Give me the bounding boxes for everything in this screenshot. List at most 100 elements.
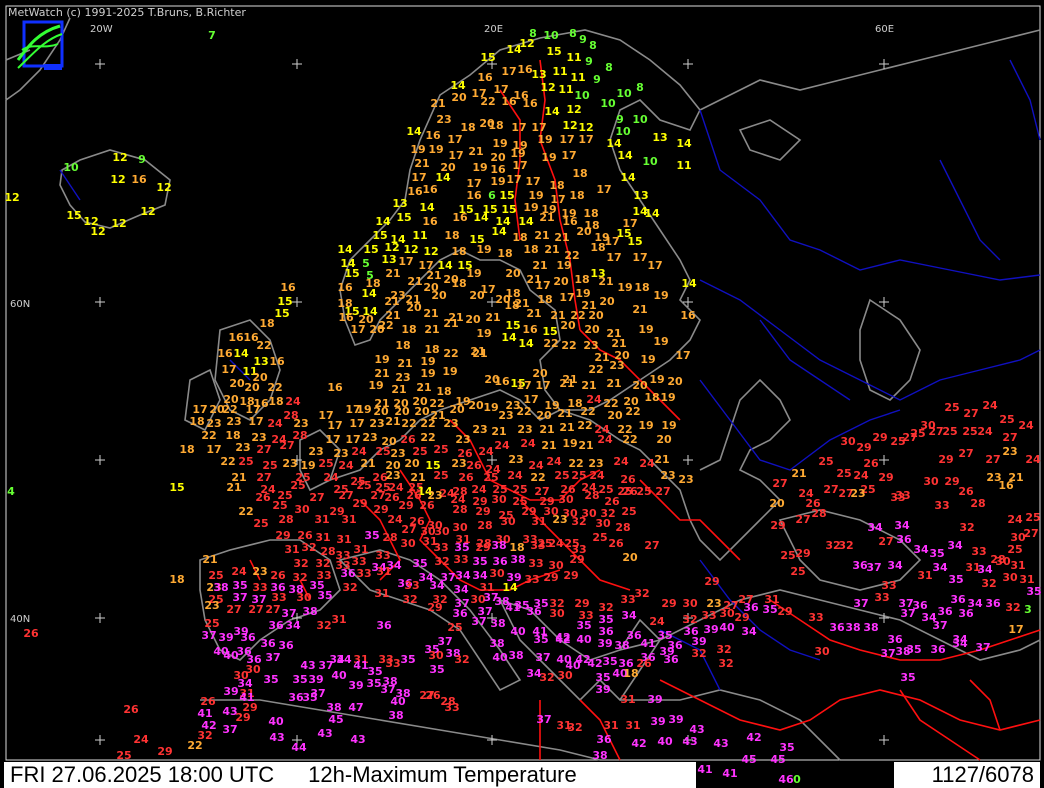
temperature-value: 17: [632, 251, 647, 264]
temperature-value: 24: [977, 425, 993, 438]
temperature-value: 15: [274, 307, 289, 320]
temperature-value: 18: [395, 339, 410, 352]
temperature-value: 36: [663, 653, 679, 666]
temperature-value: 35: [576, 619, 591, 632]
temperature-value: 35: [412, 557, 427, 570]
temperature-value: 30: [814, 645, 830, 658]
temperature-value: 23: [498, 409, 513, 422]
temperature-value: 30: [296, 591, 312, 604]
temperature-value: 21: [526, 307, 541, 320]
temperature-value: 10: [543, 29, 559, 42]
temperature-value: 27: [265, 603, 280, 616]
temperature-value: 36: [596, 733, 612, 746]
temperature-value: 21: [534, 229, 549, 242]
temperature-value: 30: [1002, 571, 1018, 584]
temperature-value: 29: [938, 453, 953, 466]
temperature-value: 24: [478, 445, 494, 458]
temperature-value: 37: [536, 713, 551, 726]
temperature-value: 19: [374, 353, 389, 366]
temperature-value: 34: [455, 569, 471, 582]
temperature-value: 24: [853, 469, 869, 482]
temperature-value: 23: [660, 469, 675, 482]
temperature-value: 10: [600, 97, 616, 110]
temperature-value: 34: [932, 561, 948, 574]
temperature-value: 20: [588, 309, 604, 322]
temperature-value: 34: [887, 559, 903, 572]
temperature-value: 20: [607, 409, 623, 422]
temperature-value: 31: [284, 543, 299, 556]
temperature-value: 24: [520, 437, 536, 450]
temperature-value: 24: [649, 615, 665, 628]
temperature-value: 25: [621, 505, 636, 518]
temperature-value: 29: [795, 547, 810, 560]
temperature-value: 19: [653, 335, 668, 348]
temperature-value: 40: [223, 649, 239, 662]
temperature-value: 38: [510, 553, 525, 566]
temperature-value: 17: [506, 173, 521, 186]
temperature-value: 43: [300, 659, 315, 672]
temperature-value: 21: [360, 457, 375, 470]
temperature-value: 24: [548, 537, 564, 550]
temperature-value: 21: [532, 259, 547, 272]
temperature-value: 22: [443, 347, 458, 360]
temperature-value: 21: [226, 481, 241, 494]
temperature-value: 39: [348, 679, 363, 692]
temperature-value: 26: [123, 703, 139, 716]
temperature-value: 8: [605, 61, 613, 74]
temperature-value: 12: [519, 37, 534, 50]
temperature-value: 23: [609, 359, 624, 372]
temperature-value: 21: [559, 377, 574, 390]
temperature-value: 18: [569, 189, 584, 202]
temperature-value: 30: [428, 649, 444, 662]
grid-label: 60E: [875, 24, 894, 35]
temperature-value: 35: [317, 589, 332, 602]
temperature-value: 20: [536, 409, 552, 422]
temperature-value: 27: [248, 603, 263, 616]
temperature-value: 17: [578, 133, 593, 146]
temperature-value: 27: [1023, 527, 1038, 540]
temperature-value: 36: [829, 621, 845, 634]
temperature-value: 36: [985, 597, 1001, 610]
temperature-value: 18: [268, 395, 283, 408]
temperature-value: 22: [625, 405, 640, 418]
temperature-value: 21: [430, 97, 445, 110]
temperature-value: 14: [375, 215, 391, 228]
temperature-value: 20: [584, 323, 600, 336]
temperature-value: 21: [581, 379, 596, 392]
temperature-value: 32: [434, 555, 449, 568]
temperature-value: 37: [880, 647, 895, 660]
temperature-value: 29: [427, 601, 442, 614]
temperature-value: 19: [356, 403, 371, 416]
temperature-value: 31: [764, 593, 779, 606]
temperature-value: 32: [454, 653, 469, 666]
temperature-value: 20: [599, 295, 615, 308]
temperature-value: 24: [546, 455, 562, 468]
temperature-value: 30: [500, 515, 516, 528]
temperature-value: 13: [633, 189, 648, 202]
temperature-value: 12: [423, 245, 438, 258]
temperature-value: 38: [845, 621, 860, 634]
temperature-value: 18: [189, 415, 204, 428]
temperature-value: 25: [375, 445, 390, 458]
temperature-value: 23: [508, 453, 523, 466]
temperature-value: 17: [501, 65, 516, 78]
temperature-value: 26: [23, 627, 39, 640]
temperature-value: 31: [331, 613, 346, 626]
temperature-value: 21: [791, 467, 806, 480]
temperature-value: 29: [157, 745, 172, 758]
temperature-value: 17: [350, 323, 365, 336]
temperature-value: 22: [220, 455, 235, 468]
temperature-value: 22: [588, 363, 603, 376]
temperature-value: 20: [229, 377, 245, 390]
temperature-value: 21: [544, 243, 559, 256]
temperature-value: 12: [112, 151, 127, 164]
temperature-value: 20: [576, 225, 592, 238]
temperature-value: 24: [285, 395, 301, 408]
temperature-value: 36: [340, 567, 356, 580]
temperature-value: 27: [985, 453, 1000, 466]
temperature-value: 14: [233, 347, 249, 360]
temperature-value: 21: [606, 377, 621, 390]
temperature-value: 36: [950, 593, 966, 606]
temperature-value: 31: [603, 719, 618, 732]
temperature-value: 34: [913, 543, 929, 556]
